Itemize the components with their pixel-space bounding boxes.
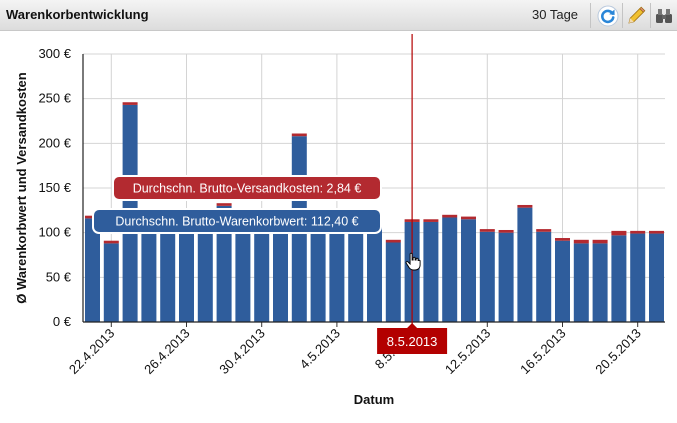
bar-warenkorbwert: [254, 225, 270, 322]
pencil-icon: [628, 6, 646, 24]
header-divider: [650, 3, 651, 28]
x-axis-title: Datum: [354, 392, 394, 407]
bar-versandkosten: [479, 229, 495, 232]
bar-warenkorbwert: [442, 217, 458, 322]
bar-warenkorbwert: [367, 221, 382, 322]
edit-button[interactable]: [624, 4, 648, 28]
bar-versandkosten: [216, 203, 232, 206]
refresh-icon: [597, 5, 619, 27]
y-tick-label: 300 €: [38, 46, 71, 61]
x-tick-label: 12.5.2013: [442, 326, 494, 378]
bar-versandkosten: [461, 216, 476, 220]
bar-warenkorbwert: [517, 207, 533, 322]
bar-versandkosten: [517, 204, 533, 208]
bar-warenkorbwert: [461, 219, 476, 322]
x-tick-label: 16.5.2013: [517, 326, 569, 378]
widget-panel: Warenkorbentwicklung 30 Tage 0 € 50 € 10…: [0, 0, 677, 423]
bar-warenkorbwert: [498, 232, 514, 322]
bar-versandkosten: [536, 229, 552, 232]
bar-versandkosten: [649, 230, 664, 234]
crosshair-pointer: [407, 323, 418, 328]
bar-versandkosten: [498, 229, 514, 233]
bar-warenkorbwert: [329, 225, 345, 322]
bar-warenkorbwert: [385, 242, 401, 322]
bar-warenkorbwert: [592, 243, 608, 322]
bar-versandkosten: [442, 214, 458, 218]
y-tick-label: 100 €: [38, 225, 71, 240]
y-tick-label: 0 €: [53, 314, 72, 329]
bar-versandkosten: [385, 239, 401, 243]
bar-warenkorbwert: [273, 223, 288, 322]
bar-versandkosten: [573, 239, 589, 244]
tooltip-versandkosten-text: Durchschn. Brutto-Versandkosten: 2,84 €: [133, 182, 362, 196]
binoculars-icon: [656, 9, 672, 23]
range-selector[interactable]: 30 Tage: [532, 7, 578, 22]
bar-versandkosten: [592, 239, 608, 244]
bar-warenkorbwert: [141, 223, 157, 322]
bar-warenkorbwert: [479, 231, 495, 322]
widget-header: Warenkorbentwicklung 30 Tage: [0, 0, 677, 31]
bar-versandkosten: [423, 219, 439, 222]
bar-versandkosten: [630, 230, 646, 234]
x-tick-label: 26.4.2013: [141, 326, 193, 378]
x-tick-label: 4.5.2013: [297, 326, 343, 372]
bar-versandkosten: [122, 102, 138, 105]
bar-versandkosten: [291, 133, 307, 137]
widget-title: Warenkorbentwicklung: [6, 7, 149, 22]
y-tick-label: 50 €: [46, 269, 72, 284]
x-tick-label: 30.4.2013: [216, 326, 268, 378]
bar-warenkorbwert: [160, 221, 176, 322]
x-tick-label: 22.4.2013: [66, 326, 118, 378]
bar-warenkorbwert: [85, 218, 100, 322]
bar-versandkosten: [611, 230, 627, 236]
bar-versandkosten: [555, 238, 570, 241]
bar-versandkosten: [103, 240, 119, 244]
bar-warenkorbwert: [310, 223, 326, 322]
bar-warenkorbwert: [630, 233, 646, 322]
bar-warenkorbwert: [179, 225, 194, 322]
bar-warenkorbwert: [611, 235, 627, 322]
y-tick-label: 250 €: [38, 91, 71, 106]
y-axis-title: Ø Warenkorbwert und Versandkosten: [14, 72, 29, 303]
header-divider: [590, 3, 591, 28]
header-divider: [622, 3, 623, 28]
tooltip-warenkorbwert-text: Durchschn. Brutto-Warenkorbwert: 112,40 …: [115, 215, 358, 229]
shopping-cart-chart: 0 € 50 € 100 € 150 € 200 € 250 € 300 € 22.4.201…: [14, 34, 665, 407]
inspect-button[interactable]: [652, 4, 676, 28]
bar-warenkorbwert: [235, 221, 251, 322]
refresh-button[interactable]: [596, 4, 620, 28]
bar-warenkorbwert: [573, 243, 589, 322]
bar-warenkorbwert: [536, 231, 552, 322]
bar-warenkorbwert: [555, 240, 570, 322]
bar-warenkorbwert: [348, 223, 364, 322]
y-tick-label: 200 €: [38, 135, 71, 150]
bar-warenkorbwert: [423, 221, 439, 322]
bar-warenkorbwert: [197, 223, 213, 322]
x-tick-label: 20.5.2013: [592, 326, 644, 378]
bar-warenkorbwert: [103, 243, 119, 322]
crosshair-date-label: 8.5.2013: [387, 334, 438, 349]
bar-warenkorbwert: [649, 233, 664, 322]
y-tick-label: 150 €: [38, 180, 71, 195]
